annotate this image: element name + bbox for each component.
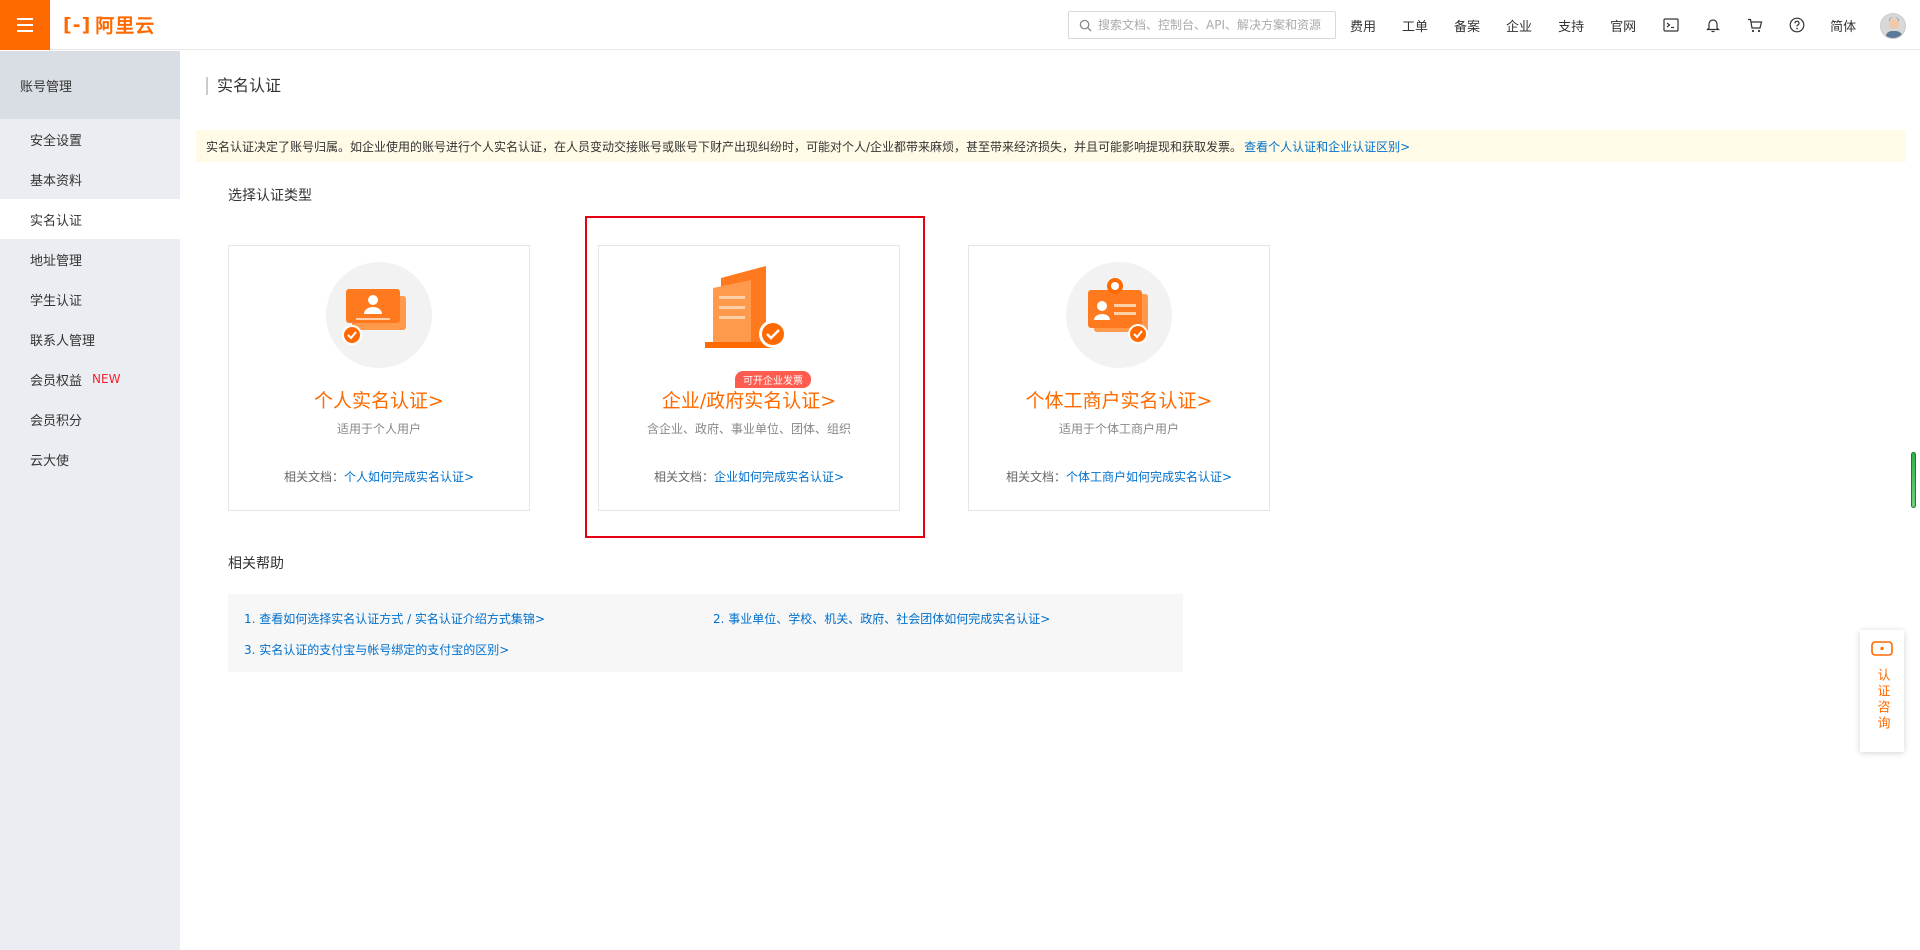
sidebar-item-student[interactable]: 学生认证 <box>0 279 180 319</box>
notice-link[interactable]: 查看个人认证和企业认证区别> <box>1244 138 1410 155</box>
related-help-label: 相关帮助 <box>228 556 284 572</box>
help-link[interactable]: 2. 事业单位、学校、机关、政府、社会团体如何完成实名认证> <box>713 610 1050 627</box>
top-nav: 费用 工单 备案 企业 支持 官网 简体 <box>1350 0 1880 50</box>
main-content: 实名认证 实名认证决定了账号归属。如企业使用的账号进行个人实名认证，在人员变动交… <box>180 51 1920 950</box>
card-subtitle: 适用于个人用户 <box>336 422 421 436</box>
sidebar-item-label: 云大使 <box>30 453 70 469</box>
sidebar-item-security[interactable]: 安全设置 <box>0 119 180 159</box>
card-doc: 相关文档：个人如何完成实名认证> <box>229 468 529 485</box>
chat-icon <box>1871 641 1893 656</box>
card-doc-link[interactable]: 个人如何完成实名认证> <box>344 470 474 484</box>
help-links-box: 1. 查看如何选择实名认证方式 / 实名认证介绍方式集锦> 2. 事业单位、学校… <box>228 594 1183 672</box>
card-doc-prefix: 相关文档： <box>1005 470 1066 484</box>
search-box[interactable] <box>1068 11 1336 39</box>
nav-fees[interactable]: 费用 <box>1350 16 1376 35</box>
sidebar: 账号管理 安全设置 基本资料 实名认证 地址管理 学生认证 联系人管理 会员权益… <box>0 51 180 950</box>
business-card-icon <box>1066 262 1172 368</box>
logo-text: 阿里云 <box>95 15 156 37</box>
sidebar-item-label: 地址管理 <box>30 253 83 269</box>
sidebar-item-label: 学生认证 <box>30 293 83 309</box>
personal-auth-card[interactable]: 个人实名认证> 适用于个人用户 相关文档：个人如何完成实名认证> <box>228 245 530 511</box>
sidebar-item-label: 实名认证 <box>30 213 83 229</box>
menu-button[interactable] <box>0 0 50 50</box>
search-icon <box>1079 19 1092 32</box>
sidebar-item-points[interactable]: 会员积分 <box>0 399 180 439</box>
language-switch[interactable]: 简体 <box>1830 16 1856 35</box>
help-link[interactable]: 3. 实名认证的支付宝与帐号绑定的支付宝的区别> <box>244 641 509 658</box>
highlight-box <box>585 216 925 538</box>
card-doc: 相关文档：个体工商户如何完成实名认证> <box>969 468 1269 485</box>
terminal-icon[interactable] <box>1662 16 1680 34</box>
sidebar-item-membership[interactable]: 会员权益 NEW <box>0 359 180 399</box>
business-auth-card[interactable]: 个体工商户实名认证> 适用于个体工商户用户 相关文档：个体工商户如何完成实名认证… <box>968 245 1270 511</box>
consult-label: 认证咨询 <box>1874 668 1890 732</box>
nav-website[interactable]: 官网 <box>1610 16 1636 35</box>
aliyun-logo[interactable]: [-] 阿里云 <box>63 11 155 38</box>
nav-tickets[interactable]: 工单 <box>1402 16 1428 35</box>
bell-icon[interactable] <box>1704 16 1722 34</box>
aliyun-logo-icon: [-] <box>63 13 92 36</box>
scroll-indicator[interactable] <box>1911 452 1916 508</box>
card-doc-prefix: 相关文档： <box>283 470 344 484</box>
cart-icon[interactable] <box>1746 16 1764 34</box>
nav-icp[interactable]: 备案 <box>1454 16 1480 35</box>
sidebar-item-label: 联系人管理 <box>30 333 96 349</box>
sidebar-item-label: 会员积分 <box>30 413 83 429</box>
help-icon[interactable] <box>1788 16 1806 34</box>
sidebar-item-label: 会员权益 <box>30 373 83 389</box>
sidebar-item-address[interactable]: 地址管理 <box>0 239 180 279</box>
card-doc-link[interactable]: 个体工商户如何完成实名认证> <box>1066 470 1232 484</box>
sidebar-menu: 安全设置 基本资料 实名认证 地址管理 学生认证 联系人管理 会员权益 NEW 会… <box>0 119 180 479</box>
new-badge: NEW <box>92 372 121 386</box>
sidebar-item-ambassador[interactable]: 云大使 <box>0 439 180 479</box>
sidebar-item-label: 基本资料 <box>30 173 83 189</box>
avatar[interactable] <box>1880 13 1906 39</box>
sidebar-item-profile[interactable]: 基本资料 <box>0 159 180 199</box>
choose-type-label: 选择认证类型 <box>228 188 312 204</box>
top-bar: [-] 阿里云 费用 工单 备案 企业 支持 官网 简体 <box>0 0 1920 50</box>
help-link[interactable]: 1. 查看如何选择实名认证方式 / 实名认证介绍方式集锦> <box>244 610 545 627</box>
page-title: 实名认证 <box>206 77 281 95</box>
nav-enterprise[interactable]: 企业 <box>1506 16 1532 35</box>
search-input[interactable] <box>1098 18 1328 32</box>
notice-banner: 实名认证决定了账号归属。如企业使用的账号进行个人实名认证，在人员变动交接账号或账… <box>196 130 1906 162</box>
sidebar-item-real-name[interactable]: 实名认证 <box>0 199 180 239</box>
notice-text: 实名认证决定了账号归属。如企业使用的账号进行个人实名认证，在人员变动交接账号或账… <box>206 139 1243 154</box>
nav-support[interactable]: 支持 <box>1558 16 1584 35</box>
card-title[interactable]: 个人实名认证> <box>229 386 529 413</box>
consult-button[interactable]: 认证咨询 <box>1860 630 1904 752</box>
sidebar-item-label: 安全设置 <box>30 133 83 149</box>
sidebar-item-contacts[interactable]: 联系人管理 <box>0 319 180 359</box>
card-subtitle: 适用于个体工商户用户 <box>1058 422 1179 436</box>
sidebar-title: 账号管理 <box>0 51 180 119</box>
card-title[interactable]: 个体工商户实名认证> <box>969 386 1269 413</box>
personal-id-icon <box>326 262 432 368</box>
